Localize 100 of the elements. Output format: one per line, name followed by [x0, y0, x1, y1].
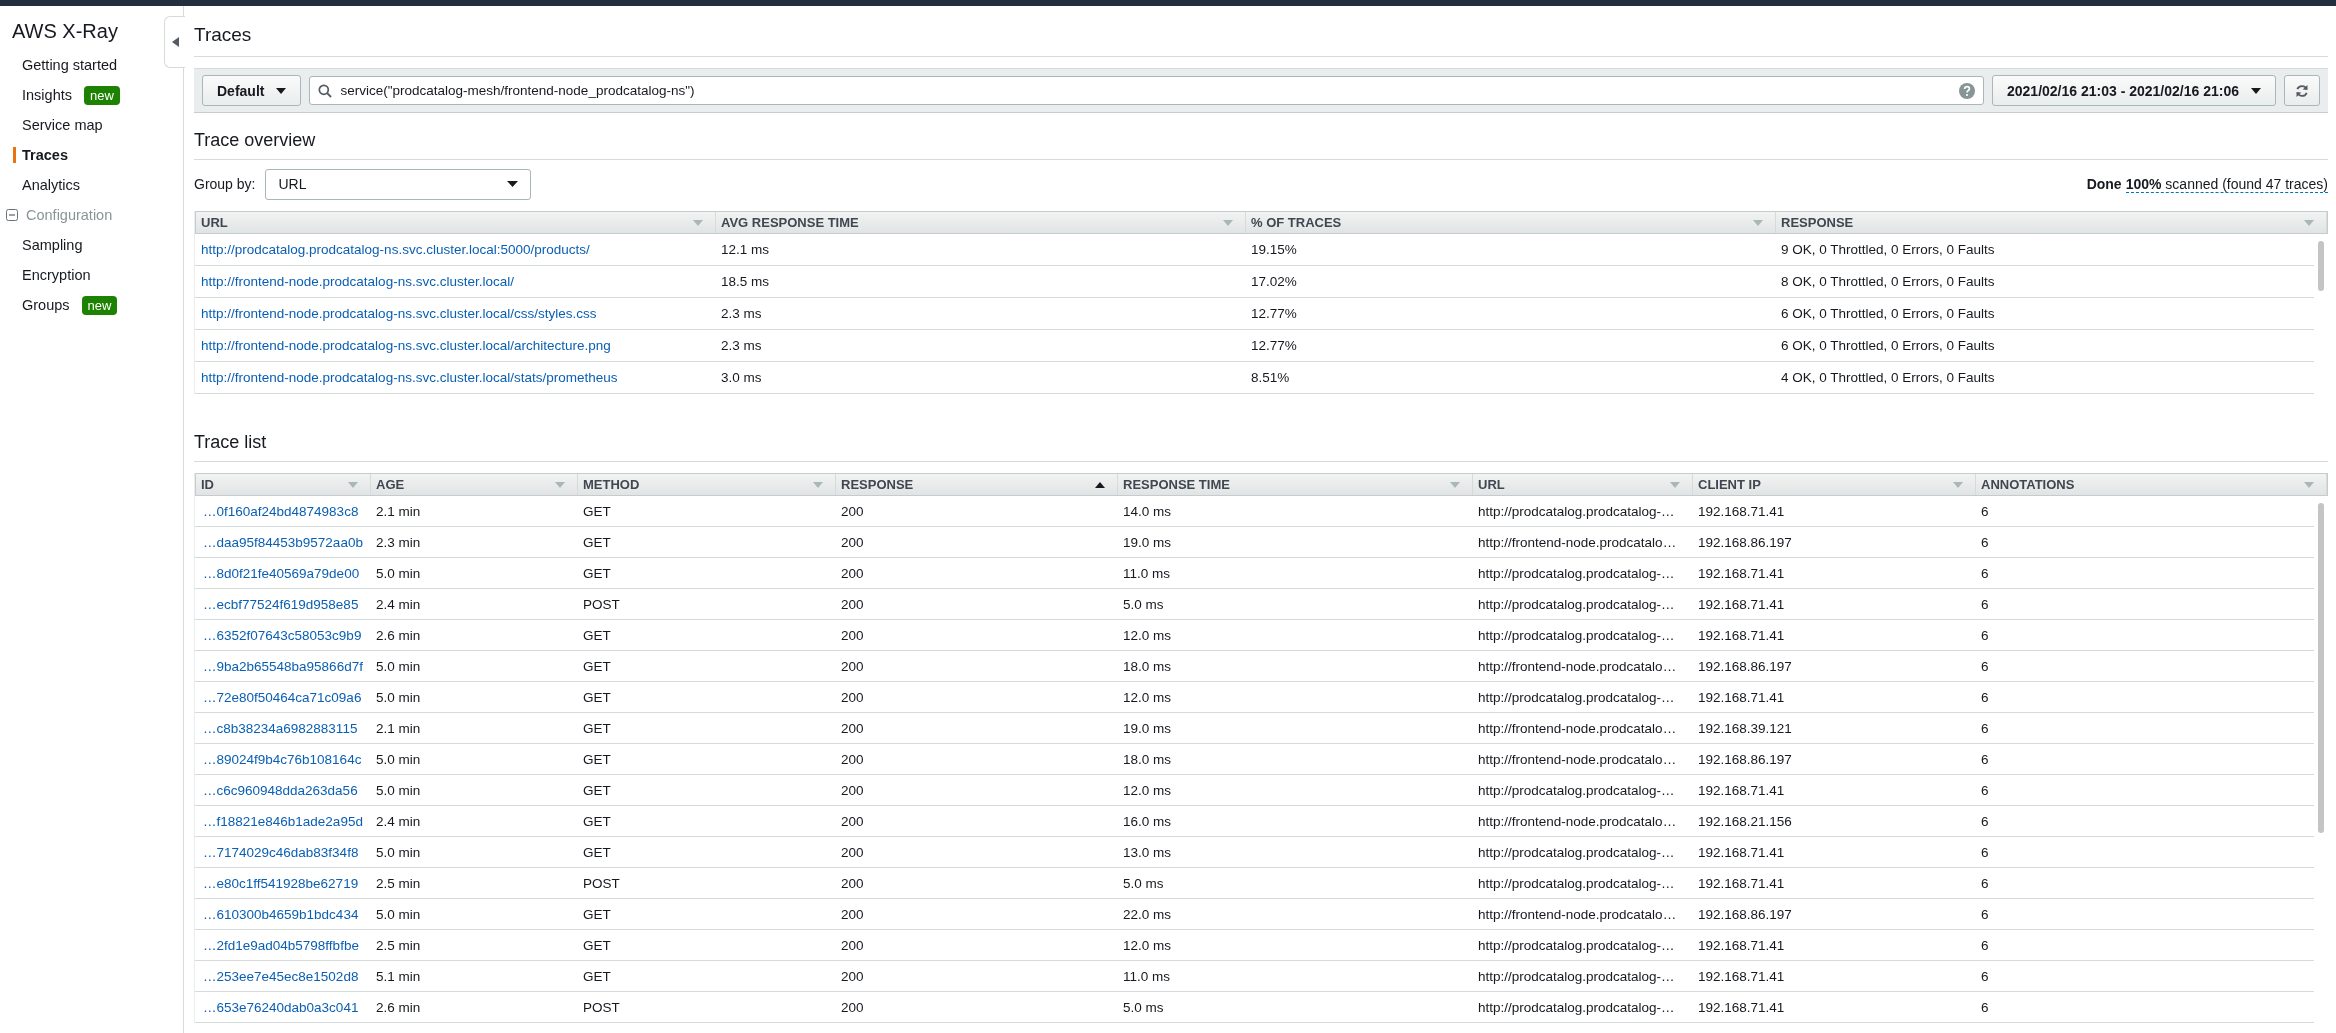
url-link[interactable]: http://frontend-node.prodcatalog-ns.svc.cluster.local/architecture.png: [195, 338, 715, 353]
collapse-icon[interactable]: [6, 209, 18, 221]
table-cell-text: GET: [582, 565, 612, 581]
table-cell-text: 19.15%: [1250, 242, 1298, 257]
nav-link[interactable]: Encryption: [13, 267, 91, 283]
table-cell-text: 200: [840, 875, 865, 891]
table-cell-text: 14.0 ms: [1122, 503, 1173, 519]
table-cell-text: 200: [840, 906, 865, 922]
dropdown-caret-icon[interactable]: [1450, 481, 1460, 488]
nav-link[interactable]: Analytics: [13, 177, 81, 193]
nav-link[interactable]: Groups: [13, 297, 70, 313]
caret-icon: [2251, 87, 2261, 94]
dropdown-caret-icon[interactable]: [1953, 481, 1963, 488]
dropdown-caret-icon[interactable]: [2304, 219, 2314, 226]
trace-id-link[interactable]: …daa95f84453b9572aa0b: [195, 534, 370, 550]
trace-id-link[interactable]: …0f160af24bd4874983c8: [195, 503, 370, 519]
sort-ascending-icon[interactable]: [1095, 481, 1105, 488]
table-cell-text: 12.77%: [1250, 306, 1298, 321]
table-cell-text: 200: [840, 813, 865, 829]
column-header[interactable]: URL: [1473, 474, 1693, 495]
nav-link[interactable]: Traces: [13, 147, 68, 163]
dropdown-caret-icon[interactable]: [555, 481, 565, 488]
collapse-sidebar-button[interactable]: [164, 16, 185, 68]
trace-id-link[interactable]: …c6c960948dda263da56: [195, 782, 370, 798]
scrollbar[interactable]: [2318, 503, 2324, 833]
table-cell-text: 2.1 min: [375, 503, 422, 519]
table-cell-text: 192.168.86.197: [1697, 751, 1793, 767]
trace-id-link[interactable]: …e80c1ff541928be62719: [195, 875, 370, 891]
table-cell-text: http://frontend-node.prodcatalo…: [1477, 534, 1678, 550]
dropdown-caret-icon[interactable]: [2304, 481, 2314, 488]
nav-link[interactable]: Service map: [13, 117, 103, 133]
table-cell-text: http://prodcatalog.prodcatalog-…: [1477, 844, 1676, 860]
nav-link[interactable]: Sampling: [13, 237, 83, 253]
dropdown-caret-icon[interactable]: [1223, 219, 1233, 226]
help-icon[interactable]: [1959, 83, 1975, 99]
table-cell-text: 200: [840, 999, 865, 1015]
table-cell-text: 5.0 ms: [1122, 596, 1165, 612]
time-range-dropdown[interactable]: 2021/02/16 21:03 - 2021/02/16 21:06: [1992, 75, 2276, 106]
trace-id-link[interactable]: …253ee7e45ec8e1502d8: [195, 968, 370, 984]
trace-id-link[interactable]: …653e76240dab0a3c041: [195, 999, 370, 1015]
trace-id-link[interactable]: …c8b38234a6982883115: [195, 720, 370, 736]
table-cell-text: 6 OK, 0 Throttled, 0 Errors, 0 Faults: [1780, 338, 1996, 353]
table-cell-text: http://frontend-node.prodcatalo…: [1477, 658, 1678, 674]
refresh-button[interactable]: [2284, 75, 2320, 106]
nav-link[interactable]: Insights: [13, 87, 72, 103]
table-cell-text: 6: [1980, 813, 1990, 829]
trace-id-link[interactable]: …7174029c46dab83f34f8: [195, 844, 370, 860]
scrollbar[interactable]: [2318, 241, 2324, 291]
trace-id-link[interactable]: …f18821e846b1ade2a95d: [195, 813, 370, 829]
table-cell-text: http://prodcatalog.prodcatalog-…: [1477, 596, 1676, 612]
table-cell-text: GET: [582, 658, 612, 674]
column-header[interactable]: CLIENT IP: [1693, 474, 1976, 495]
dropdown-caret-icon[interactable]: [1670, 481, 1680, 488]
table-cell-text: 5.0 min: [375, 906, 422, 922]
column-header[interactable]: URL: [196, 212, 716, 233]
trace-id-link[interactable]: …72e80f50464ca71c09a6: [195, 689, 370, 705]
column-header[interactable]: METHOD: [578, 474, 836, 495]
column-header[interactable]: RESPONSE: [1776, 212, 2327, 233]
column-header[interactable]: ID: [196, 474, 371, 495]
table-cell-text: 5.0 min: [375, 689, 422, 705]
table-cell-text: 200: [840, 720, 865, 736]
group-by-dropdown[interactable]: URL: [265, 168, 532, 200]
column-header[interactable]: AGE: [371, 474, 578, 495]
url-link[interactable]: http://frontend-node.prodcatalog-ns.svc.cluster.local/: [195, 274, 715, 289]
table-cell-text: GET: [582, 937, 612, 953]
column-header[interactable]: RESPONSE TIME: [1118, 474, 1473, 495]
nav-link[interactable]: Getting started: [13, 57, 118, 73]
table-cell-text: 9 OK, 0 Throttled, 0 Errors, 0 Faults: [1780, 242, 1996, 257]
scan-state: Done: [2086, 175, 2122, 193]
table-cell-text: 200: [840, 968, 865, 984]
url-link[interactable]: http://frontend-node.prodcatalog-ns.svc.cluster.local/css/styles.css: [195, 306, 715, 321]
trace-id-link[interactable]: …9ba2b65548ba95866d7f: [195, 658, 370, 674]
scan-progress-link[interactable]: 100% scanned (found 47 traces): [2125, 175, 2328, 193]
dropdown-caret-icon[interactable]: [1753, 219, 1763, 226]
column-header[interactable]: AVG RESPONSE TIME: [716, 212, 1246, 233]
table-cell-text: 18.5 ms: [720, 274, 771, 289]
table-cell-text: 2.3 ms: [720, 338, 763, 353]
dropdown-caret-icon[interactable]: [813, 481, 823, 488]
query-field[interactable]: service("prodcatalog-mesh/frontend-node_prodcatalog-ns"): [309, 76, 1984, 105]
preset-dropdown[interactable]: Default: [202, 75, 302, 106]
trace-id-link[interactable]: …89024f9b4c76b108164c: [195, 751, 370, 767]
url-link[interactable]: http://prodcatalog.prodcatalog-ns.svc.cluster.local:5000/products/: [195, 242, 715, 257]
trace-id-link[interactable]: …8d0f21fe40569a79de00: [195, 565, 370, 581]
table-cell-text: 192.168.71.41: [1697, 503, 1786, 519]
table-cell-text: http://frontend-node.prodcatalo…: [1477, 813, 1678, 829]
table-cell-text: POST: [582, 875, 621, 891]
dropdown-caret-icon[interactable]: [348, 481, 358, 488]
trace-id-link[interactable]: …ecbf77524f619d958e85: [195, 596, 370, 612]
section-title: Trace overview: [194, 130, 2328, 160]
column-header[interactable]: RESPONSE: [836, 474, 1118, 495]
trace-id-link[interactable]: …610300b4659b1bdc434: [195, 906, 370, 922]
column-header[interactable]: % OF TRACES: [1246, 212, 1776, 233]
table-cell-text: 6 OK, 0 Throttled, 0 Errors, 0 Faults: [1780, 306, 1996, 321]
trace-id-link[interactable]: …2fd1e9ad04b5798ffbfbe: [195, 937, 370, 953]
column-header[interactable]: ANNOTATIONS: [1976, 474, 2327, 495]
trace-id-link[interactable]: …6352f07643c58053c9b9: [195, 627, 370, 643]
table-cell-text: 13.0 ms: [1122, 844, 1173, 860]
dropdown-caret-icon[interactable]: [693, 219, 703, 226]
url-link[interactable]: http://frontend-node.prodcatalog-ns.svc.cluster.local/stats/prometheus: [195, 370, 715, 385]
table-cell-text: 192.168.86.197: [1697, 658, 1793, 674]
